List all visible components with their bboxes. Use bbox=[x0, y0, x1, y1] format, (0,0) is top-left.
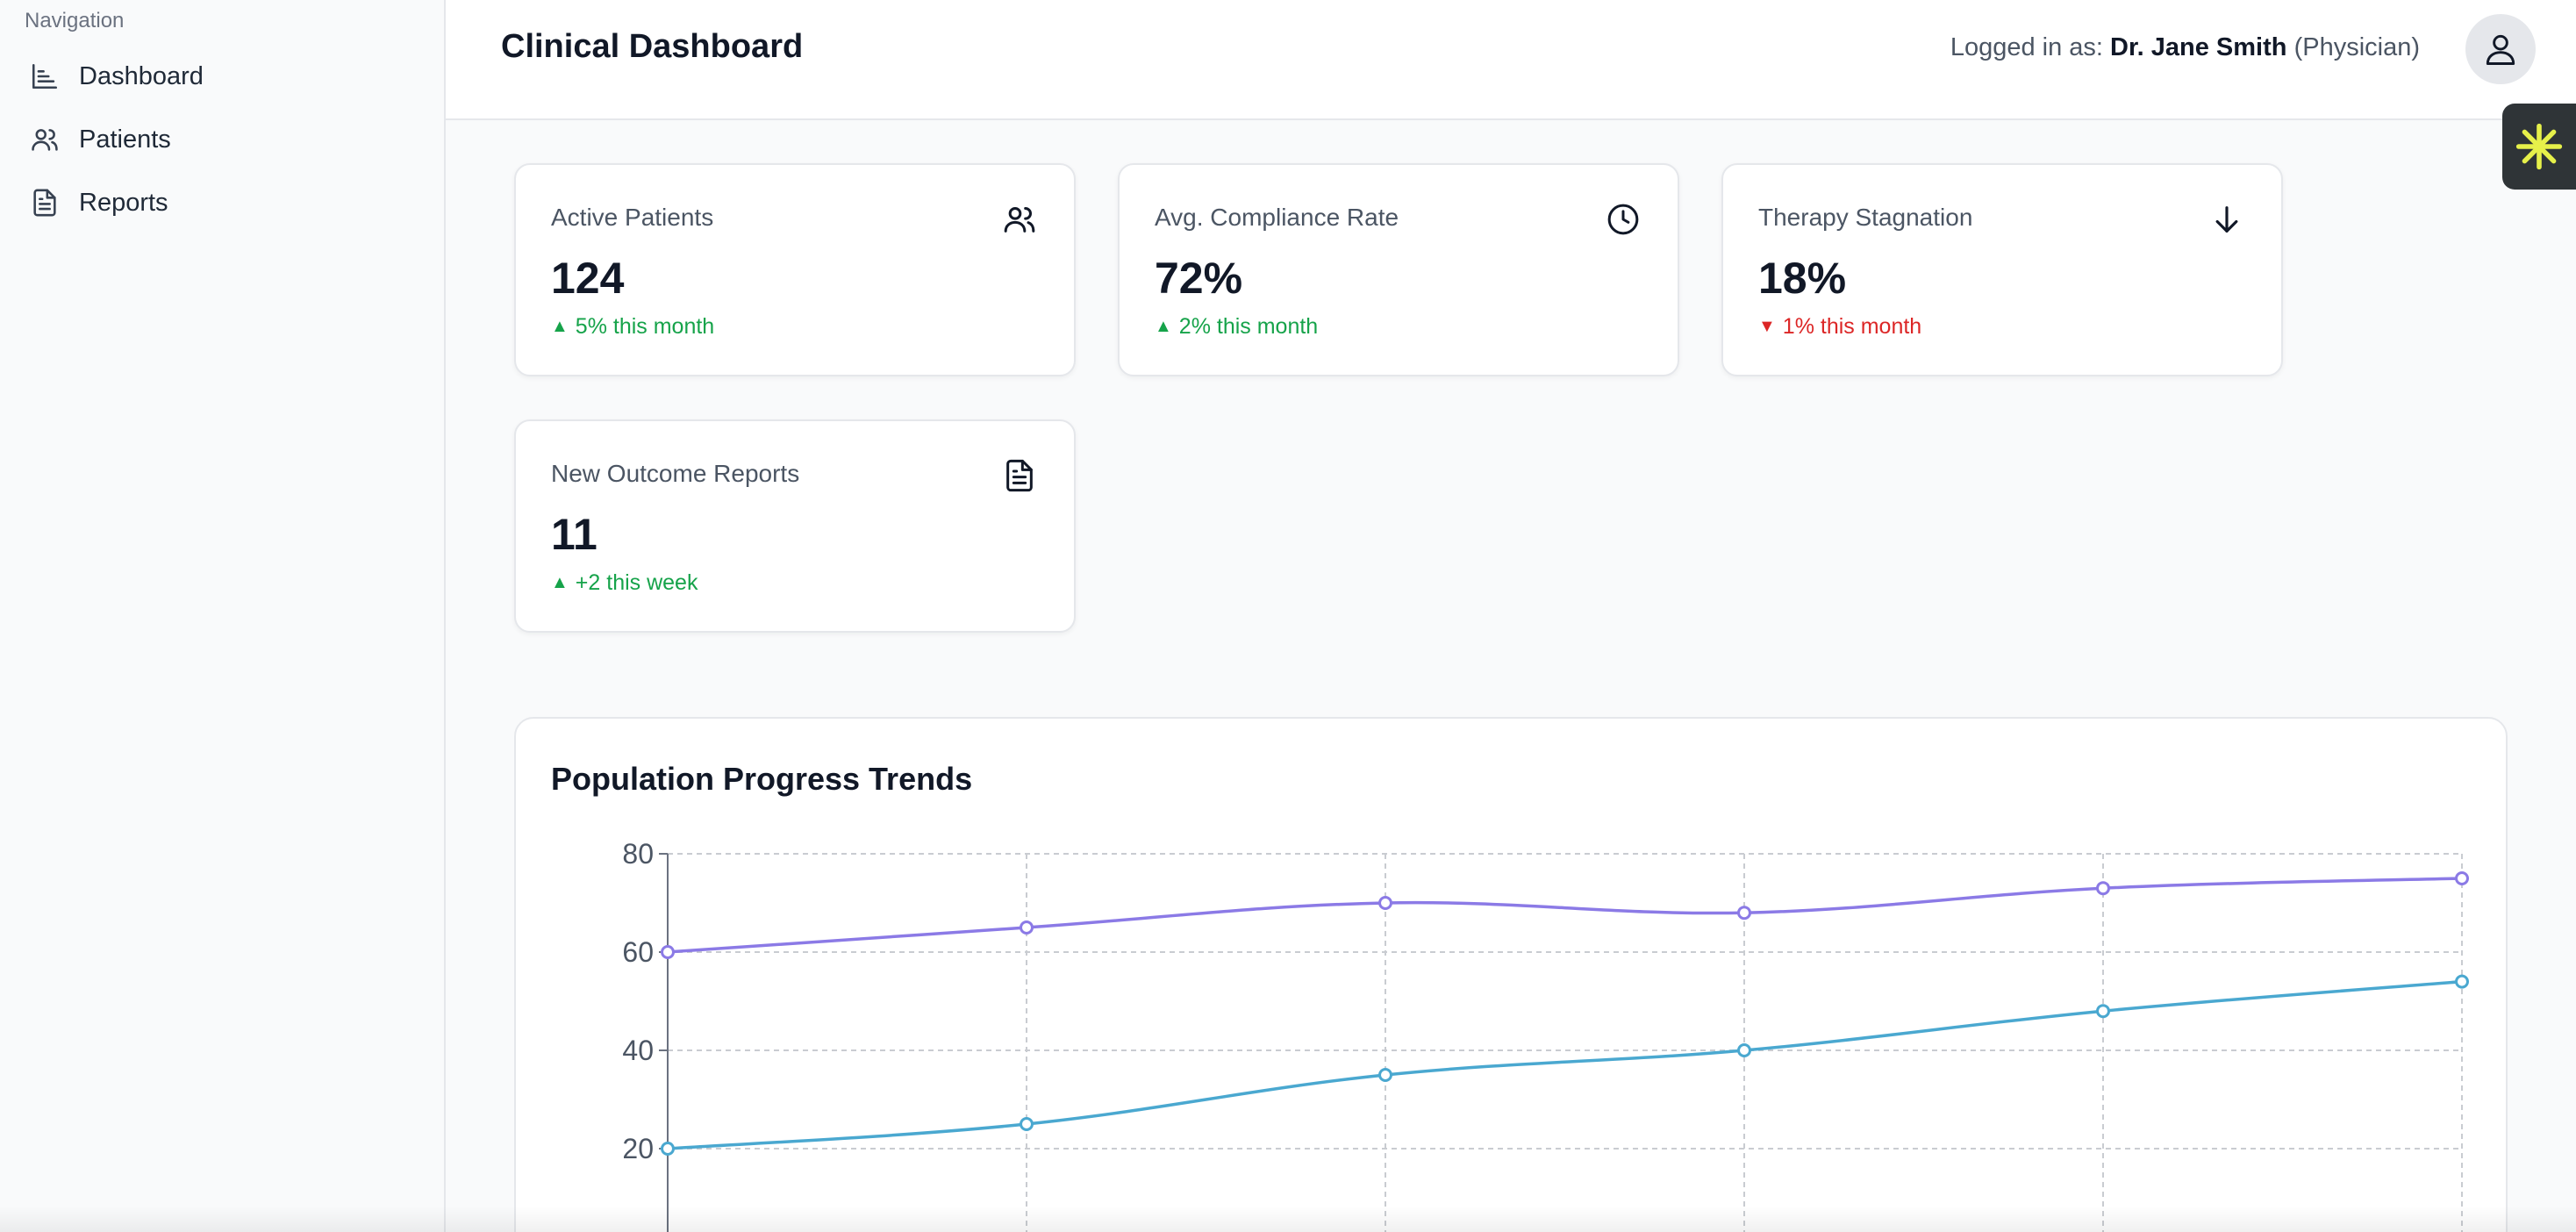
series-line-1 bbox=[667, 877, 2463, 954]
stat-card-compliance-rate: Avg. Compliance Rate 72% ▲ 2% this month bbox=[1118, 163, 1679, 376]
top-header: Clinical Dashboard Logged in as: Dr. Jan… bbox=[446, 0, 2576, 120]
sidebar-item-label: Patients bbox=[79, 125, 171, 154]
card-value: 11 bbox=[551, 510, 597, 559]
card-change-text: 5% this month bbox=[575, 314, 715, 339]
user-icon bbox=[2481, 30, 2520, 68]
y-tick-label: 40 bbox=[622, 1035, 654, 1066]
data-point bbox=[2455, 871, 2469, 885]
file-text-icon bbox=[30, 188, 60, 218]
bar-chart-icon bbox=[30, 61, 60, 91]
trend-up-icon: ▲ bbox=[551, 317, 569, 336]
card-value: 124 bbox=[551, 254, 625, 303]
series-line-2 bbox=[667, 979, 2463, 1150]
user-name: Dr. Jane Smith bbox=[2110, 33, 2287, 61]
avatar-button[interactable] bbox=[2465, 14, 2536, 84]
trend-up-icon: ▲ bbox=[1155, 317, 1172, 336]
card-title: Therapy Stagnation bbox=[1758, 204, 1973, 231]
card-change: ▲ +2 this week bbox=[551, 570, 698, 596]
card-title: Avg. Compliance Rate bbox=[1155, 204, 1399, 231]
sidebar-item-dashboard[interactable]: Dashboard bbox=[25, 50, 411, 103]
data-point bbox=[2096, 881, 2110, 896]
page-title: Clinical Dashboard bbox=[501, 28, 804, 65]
users-icon bbox=[1000, 200, 1039, 239]
card-title: Active Patients bbox=[551, 204, 714, 231]
users-icon bbox=[30, 125, 60, 154]
card-title: New Outcome Reports bbox=[551, 460, 800, 487]
y-tick-label: 80 bbox=[622, 838, 654, 870]
user-role: (Physician) bbox=[2293, 33, 2420, 61]
sidebar: Navigation Dashboard Patients Reports bbox=[0, 0, 446, 1232]
card-change: ▲ 2% this month bbox=[1155, 314, 1318, 340]
file-text-icon bbox=[1000, 456, 1039, 495]
data-point bbox=[2096, 1004, 2110, 1019]
clock-icon bbox=[1604, 200, 1642, 239]
line-chart: 20 40 60 80 bbox=[622, 838, 2469, 1232]
data-point bbox=[1378, 1068, 1392, 1082]
data-point bbox=[2455, 974, 2469, 989]
data-point bbox=[1737, 1043, 1751, 1057]
card-change: ▼ 1% this month bbox=[1758, 314, 1921, 340]
sidebar-item-reports[interactable]: Reports bbox=[25, 176, 411, 229]
sidebar-item-label: Reports bbox=[79, 188, 168, 217]
card-value: 72% bbox=[1155, 254, 1243, 303]
data-point bbox=[1737, 906, 1751, 920]
card-change-text: 2% this month bbox=[1178, 314, 1319, 339]
data-point bbox=[661, 1142, 675, 1156]
logged-in-prefix: Logged in as: bbox=[1950, 33, 2103, 61]
stat-card-active-patients: Active Patients 124 ▲ 5% this month bbox=[514, 163, 1076, 376]
sidebar-item-patients[interactable]: Patients bbox=[25, 113, 411, 166]
arrow-down-icon bbox=[2207, 200, 2246, 239]
trend-down-icon: ▼ bbox=[1758, 317, 1776, 336]
population-trends-panel: Population Progress Trends 20 40 60 80 bbox=[514, 717, 2508, 1232]
sidebar-item-label: Dashboard bbox=[79, 61, 204, 90]
asterisk-icon bbox=[2515, 122, 2564, 171]
data-point bbox=[1378, 896, 1392, 910]
card-change-text: +2 this week bbox=[575, 570, 698, 595]
data-point bbox=[1020, 920, 1034, 935]
data-point bbox=[661, 945, 675, 959]
card-change: ▲ 5% this month bbox=[551, 314, 714, 340]
card-value: 18% bbox=[1758, 254, 1847, 303]
stat-card-outcome-reports: New Outcome Reports 11 ▲ +2 this week bbox=[514, 419, 1076, 633]
assistant-widget-button[interactable] bbox=[2502, 104, 2576, 190]
trend-up-icon: ▲ bbox=[551, 573, 569, 592]
app-root: Navigation Dashboard Patients Reports Cl… bbox=[0, 0, 2576, 1232]
y-tick-label: 60 bbox=[622, 936, 654, 968]
user-info: Logged in as: Dr. Jane Smith (Physician) bbox=[1950, 33, 2420, 62]
stat-card-therapy-stagnation: Therapy Stagnation 18% ▼ 1% this month bbox=[1721, 163, 2283, 376]
data-point bbox=[1020, 1117, 1034, 1131]
y-tick-label: 20 bbox=[622, 1133, 654, 1164]
nav-heading: Navigation bbox=[25, 9, 125, 32]
card-change-text: 1% this month bbox=[1782, 314, 1922, 339]
